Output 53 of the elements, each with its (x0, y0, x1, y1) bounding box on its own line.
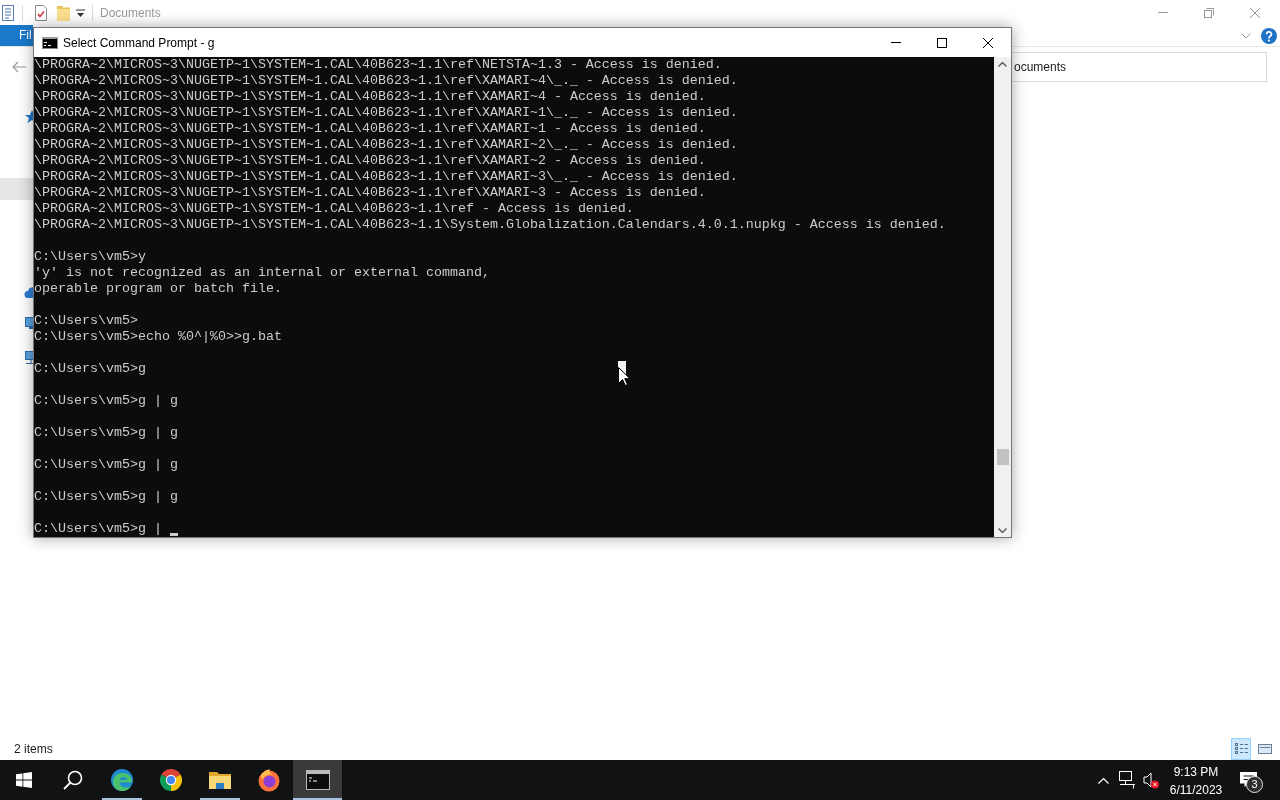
clock-button[interactable]: 9:13 PM 6/11/2023 (1163, 760, 1229, 800)
window-title: Select Command Prompt - g (63, 34, 215, 51)
dropdown-arrow-icon[interactable] (76, 8, 85, 17)
console-line: C:\Users\vm5>g | g (34, 489, 178, 505)
address-field[interactable]: ocuments (1011, 52, 1267, 82)
console-line: \PROGRA~2\MICROS~3\NUGETP~1\SYSTEM~1.CAL\40B623~1.1\ref\XAMARI~1\_._ - Access is denied. (34, 105, 738, 121)
maximize-icon (937, 37, 947, 48)
close-icon (983, 37, 993, 48)
console-line: \PROGRA~2\MICROS~3\NUGETP~1\SYSTEM~1.CAL\40B623~1.1\ref\XAMARI~1 - Access is denied. (34, 121, 706, 137)
console-line: C:\Users\vm5>g | g (34, 425, 178, 441)
console-line: C:\Users\vm5> (34, 313, 138, 329)
wired-network-icon (1118, 771, 1136, 789)
console-line: \PROGRA~2\MICROS~3\NUGETP~1\SYSTEM~1.CAL\40B623~1.1\ref\XAMARI~3 - Access is denied. (34, 185, 706, 201)
console-line: C:\Users\vm5>g | g (34, 393, 178, 409)
console-icon (42, 36, 58, 49)
minimize-icon (1158, 12, 1168, 13)
chevron-up-icon[interactable] (998, 62, 1007, 67)
console-line: \PROGRA~2\MICROS~3\NUGETP~1\SYSTEM~1.CAL\40B623~1.1\ref\XAMARI~4 - Access is denied. (34, 89, 706, 105)
console-line: \PROGRA~2\MICROS~3\NUGETP~1\SYSTEM~1.CAL\40B623~1.1\ref\XAMARI~3\_._ - Access is denied. (34, 169, 738, 185)
mouse-pointer-icon (618, 367, 630, 386)
view-button[interactable] (1231, 738, 1251, 760)
console-line: C:\Users\vm5>y (34, 249, 146, 265)
console-line: \PROGRA~2\MICROS~3\NUGETP~1\SYSTEM~1.CAL\40B623~1.1\ref\XAMARI~2\_._ - Access is denied. (34, 137, 738, 153)
window-title: Documents (100, 4, 161, 21)
file-tab[interactable]: Fil (0, 25, 33, 46)
scrollbar-thumb[interactable] (996, 449, 1009, 465)
item-count: 2 items (14, 741, 53, 758)
help-icon[interactable] (1261, 27, 1277, 44)
console-line: C:\Users\vm5>g | g (34, 457, 178, 473)
chevron-up-icon (1097, 776, 1109, 784)
action-center-button[interactable]: 3 (1229, 760, 1268, 800)
console-line: \PROGRA~2\MICROS~3\NUGETP~1\SYSTEM~1.CAL\40B623~1.1\ref - Access is denied. (34, 201, 634, 217)
document-lines-icon[interactable] (2, 4, 14, 21)
checked-document-icon[interactable] (35, 4, 47, 21)
console-line: C:\Users\vm5>g | (34, 521, 162, 537)
console-line: operable program or batch file. (34, 281, 282, 297)
restore-icon (1204, 7, 1214, 18)
console-line: \PROGRA~2\MICROS~3\NUGETP~1\SYSTEM~1.CAL\40B623~1.1\ref\NETSTA~1.3 - Access is denied. (34, 57, 722, 73)
console-line: \PROGRA~2\MICROS~3\NUGETP~1\SYSTEM~1.CAL\40B623~1.1\ref\XAMARI~4\_._ - Access is denied. (34, 73, 738, 89)
taskbar-button[interactable] (293, 760, 342, 800)
console-line: \PROGRA~2\MICROS~3\NUGETP~1\SYSTEM~1.CAL\40B623~1.1\ref\XAMARI~2 - Access is denied. (34, 153, 706, 169)
chevron-down-icon[interactable] (1241, 32, 1251, 39)
back-arrow-icon[interactable] (12, 61, 26, 73)
search-icon (62, 770, 83, 790)
console-line: C:\Users\vm5>echo %0^|%0>>g.bat (34, 329, 282, 345)
four-panes-icon (16, 772, 32, 788)
close-icon (1250, 7, 1260, 18)
minimize-icon (891, 42, 901, 43)
console-line: \PROGRA~2\MICROS~3\NUGETP~1\SYSTEM~1.CAL\40B623~1.1\System.Globalization.Calendars.4.0.1.nupkg - Access is denied. (34, 217, 946, 233)
notification-badge: 3 (1246, 776, 1263, 793)
chevron-down-icon[interactable] (998, 528, 1007, 533)
console-line: C:\Users\vm5>g (34, 361, 146, 377)
console-line: 'y' is not recognized as an internal or external command, (34, 265, 490, 281)
